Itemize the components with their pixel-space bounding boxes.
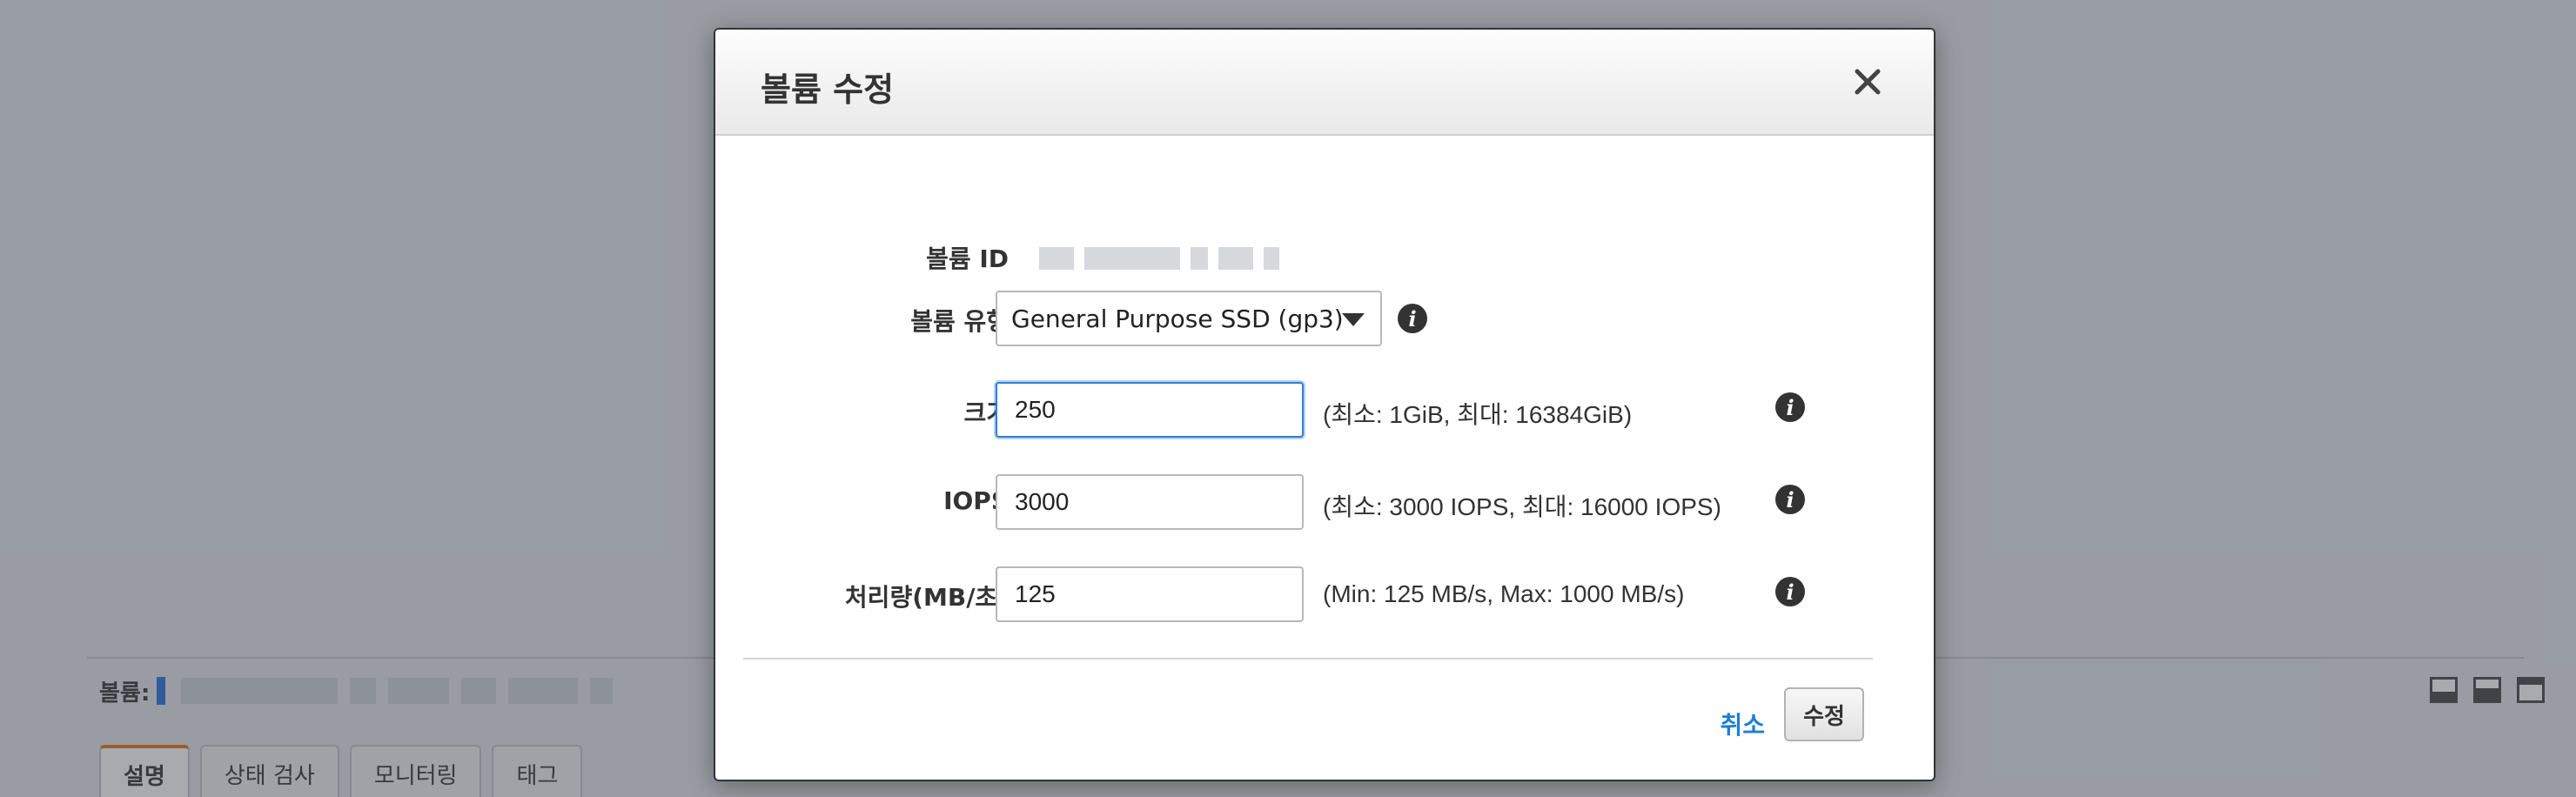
close-icon[interactable] bbox=[1850, 64, 1885, 99]
chevron-down-icon bbox=[1342, 313, 1365, 326]
throughput-row: 처리량(MB/초) (Min: 125 MB/s, Max: 1000 MB/s… bbox=[715, 566, 1934, 622]
volume-type-value: General Purpose SSD (gp3) bbox=[1011, 304, 1344, 333]
volume-id-label: 볼륨 ID bbox=[926, 244, 1009, 273]
info-icon[interactable]: i bbox=[1775, 392, 1805, 422]
size-hint: (최소: 1GiB, 최대: 16384GiB) bbox=[1323, 401, 1633, 428]
size-row: 크기 (최소: 1GiB, 최대: 16384GiB) i bbox=[715, 382, 1934, 438]
dialog-header: 볼륨 수정 bbox=[715, 30, 1934, 136]
redacted-volume-id-value bbox=[1039, 247, 1279, 270]
iops-hint: (최소: 3000 IOPS, 최대: 16000 IOPS) bbox=[1323, 493, 1721, 520]
dialog-title: 볼륨 수정 bbox=[761, 70, 895, 109]
size-input[interactable] bbox=[996, 382, 1304, 438]
throughput-hint: (Min: 125 MB/s, Max: 1000 MB/s) bbox=[1323, 580, 1685, 607]
footer-divider bbox=[743, 658, 1873, 660]
cancel-link[interactable]: 취소 bbox=[1720, 707, 1765, 741]
iops-input[interactable] bbox=[996, 474, 1304, 530]
throughput-label: 처리량(MB/초) bbox=[844, 583, 1009, 612]
volume-type-select[interactable]: General Purpose SSD (gp3) bbox=[996, 291, 1382, 346]
modify-volume-dialog: 볼륨 수정 볼륨 ID 볼륨 유형 General Purpose SSD (g… bbox=[714, 28, 1935, 781]
iops-row: IOPS (최소: 3000 IOPS, 최대: 16000 IOPS) i bbox=[715, 474, 1934, 530]
volume-id-row: 볼륨 ID bbox=[715, 228, 1934, 284]
volume-type-row: 볼륨 유형 General Purpose SSD (gp3) i bbox=[715, 291, 1934, 346]
info-icon[interactable]: i bbox=[1398, 304, 1427, 333]
info-icon[interactable]: i bbox=[1775, 577, 1805, 606]
modify-button[interactable]: 수정 bbox=[1784, 687, 1864, 741]
info-icon[interactable]: i bbox=[1775, 485, 1805, 514]
volume-type-label: 볼륨 유형 bbox=[910, 307, 1009, 336]
throughput-input[interactable] bbox=[996, 566, 1304, 622]
